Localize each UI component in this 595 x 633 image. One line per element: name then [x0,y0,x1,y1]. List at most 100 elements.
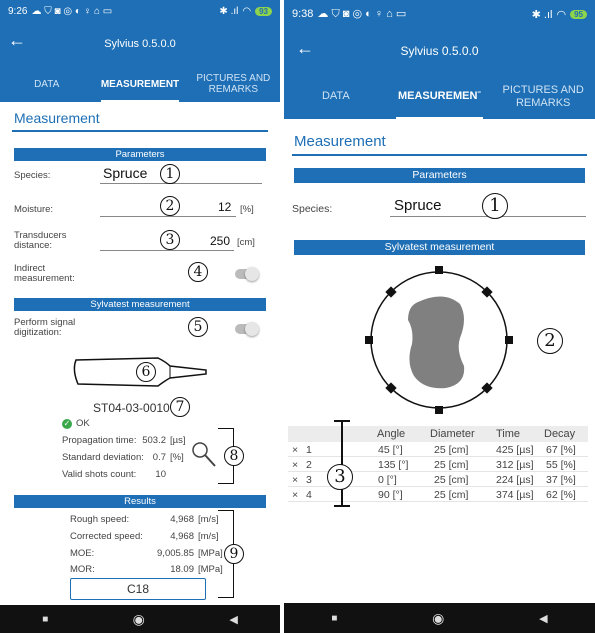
species-value[interactable]: Spruce [103,165,147,181]
signal-toggle[interactable] [235,322,259,336]
tab-bar: DATA MEASUREMENT PICTURES AND REMARKS [0,66,280,102]
stop-icon[interactable]: ■ [42,614,48,625]
table-cell-decay: 62 [%] [546,489,576,501]
tab-data[interactable]: DATA [284,74,388,119]
section-title: Measurement [292,125,587,156]
col-diameter: Diameter [430,428,475,440]
table-cell-time: 425 [µs] [496,444,534,456]
col-angle: Angle [377,428,406,440]
result-label-0: Rough speed: [70,514,130,525]
distance-label: Transducers distance: [14,230,67,252]
stat-unit-1: [%] [170,452,184,463]
sylvatest-bar: Sylvatest measurement [294,240,585,255]
table-cell-n: 1 [306,444,312,456]
arrow-left-icon[interactable]: ← [8,30,26,51]
app-bar: ← Sylvius 0.5.0.0 [284,28,595,74]
sylvatest-bar: Sylvatest measurement [14,298,266,311]
back-triangle-icon[interactable]: ◀ [539,612,547,625]
device-id: ST04-03-0010 [93,401,170,415]
distance-underline [100,250,234,251]
tab-bar: DATA MEASUREMENˉ PICTURES AND REMARKS [284,74,595,119]
app-bar: ← Sylvius 0.5.0.0 [0,22,280,66]
signal-icon: ✱ .ıl [219,5,239,17]
tab-data[interactable]: DATA [0,66,93,102]
battery-icon: 95 [570,9,587,19]
moisture-unit: [%] [240,204,254,215]
notification-icons: ☁ ⛉ ◙ ◎ ◐ ♀ ⌂ ▭ [317,8,407,20]
result-label-2: MOE: [70,548,95,559]
stat-value-0: 503.2 [142,435,166,446]
table-cell-decay: 67 [%] [546,444,576,456]
tab-measurement[interactable]: MEASUREMENT [93,66,186,102]
result-value-3: 18.09 [170,564,194,575]
table-cell-time: 312 [µs] [496,459,534,471]
back-triangle-icon[interactable]: ◀ [229,613,237,626]
bracket-3-bottom [334,505,350,507]
signal-icon: ✱ .ıl [531,8,553,21]
result-label-3: MOR: [70,564,95,575]
stat-value-1: 0.7 [152,452,166,463]
callout-6: 6 [136,362,156,382]
species-label: Species: [292,203,333,215]
phone-left: 9:26 ☁ ⛉ ◙ ◎ ◐ ♀ ⌂ ▭ ✱ .ıl ◠ 93 ← Sylviu… [0,0,280,633]
app-title: Sylvius 0.5.0.0 [400,44,479,58]
parameters-bar: Parameters [294,168,585,183]
table-cell-decay: 55 [%] [546,459,576,471]
table-cell-time: 374 [µs] [496,489,534,501]
stat-label-0: Propagation time: [62,435,137,446]
tab-measurement[interactable]: MEASUREMENˉ [388,74,492,119]
result-value-0: 4,968 [170,514,194,525]
indirect-toggle[interactable] [235,267,259,281]
stop-icon[interactable]: ■ [331,613,337,624]
callout-7: 7 [170,397,190,417]
table-cell-diameter: 25 [cm] [434,489,469,501]
arrow-left-icon[interactable]: ← [296,38,314,59]
nav-bar: ■ ◉ ◀ [284,603,595,633]
table-cell-x[interactable]: × [292,474,298,486]
moisture-label: Moisture: [14,204,54,215]
callout-4: 4 [188,262,208,282]
table-cell-angle: 135 [°] [378,459,409,471]
table-cell-x[interactable]: × [292,444,298,456]
col-decay: Decay [544,428,576,440]
stat-label-1: Standard deviation: [62,452,144,463]
result-label-1: Corrected speed: [70,531,143,542]
indirect-label: Indirect measurement: [14,263,75,285]
status-time: 9:38 [292,8,314,20]
stat-value-2: 10 [155,469,166,480]
callout-1: 1 [482,193,508,219]
table-cell-diameter: 25 [cm] [434,459,469,471]
table-cell-time: 224 [µs] [496,474,534,486]
battery-icon: 93 [255,6,272,16]
result-value-2: 9,005.85 [157,548,194,559]
signal-label: Perform signal digitization: [14,317,76,339]
bracket-3-line [341,420,343,506]
distance-value[interactable]: 250 [210,234,230,248]
callout-5: 5 [188,317,208,337]
moisture-value[interactable]: 12 [218,200,231,214]
table-cell-n: 3 [306,474,312,486]
callout-9: 9 [224,544,244,564]
ok-label: OK [76,418,90,429]
magnifier-icon[interactable] [190,440,218,470]
home-icon[interactable]: ◉ [133,611,145,628]
check-circle-icon: ✓ [62,418,72,429]
table-cell-diameter: 25 [cm] [434,444,469,456]
app-title: Sylvius 0.5.0.0 [104,38,176,50]
species-underline [100,183,262,184]
bracket-3-top [334,420,350,422]
home-icon[interactable]: ◉ [432,610,444,627]
stat-unit-0: [µs] [170,435,186,446]
tab-pictures-remarks[interactable]: PICTURES AND REMARKS [187,66,280,102]
wifi-icon: ◠ [242,5,252,17]
parameters-bar: Parameters [14,148,266,161]
tab-pictures-remarks[interactable]: PICTURES AND REMARKS [491,74,595,119]
species-value[interactable]: Spruce [394,197,442,214]
callout-1: 1 [160,164,180,184]
status-bar: 9:26 ☁ ⛉ ◙ ◎ ◐ ♀ ⌂ ▭ ✱ .ıl ◠ 93 [0,0,280,22]
stat-label-2: Valid shots count: [62,469,137,480]
table-cell-x[interactable]: × [292,489,298,501]
grade-box[interactable]: C18 [70,578,206,600]
table-cell-decay: 37 [%] [546,474,576,486]
table-cell-x[interactable]: × [292,459,298,471]
